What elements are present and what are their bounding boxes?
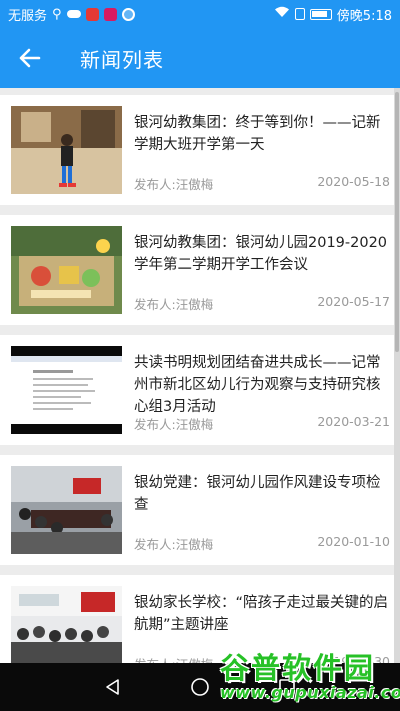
watermark: 谷普软件园 www.gupuxiazai.com: [220, 645, 400, 709]
cloud-icon: [66, 10, 81, 18]
news-list[interactable]: 银河幼教集团：终于等到你！——记新学期大班开学第一天 发布人:汪傲梅 2020-…: [0, 88, 400, 663]
nav-back-button[interactable]: [93, 667, 133, 707]
notification-app-icon: [85, 7, 99, 21]
notification-app-icon: [103, 7, 117, 21]
notification-app-icon: [121, 7, 135, 21]
news-item[interactable]: 银河幼教集团：终于等到你！——记新学期大班开学第一天 发布人:汪傲梅 2020-…: [0, 95, 394, 205]
watermark-brand: 谷普软件园: [220, 651, 376, 685]
page-title: 新闻列表: [80, 47, 164, 72]
sim-icon: [294, 8, 305, 20]
news-headline: 银河幼教集团：终于等到你！——记新学期大班开学第一天: [134, 115, 381, 153]
news-thumbnail: [11, 466, 122, 554]
news-publisher: 发布人:汪傲梅: [134, 177, 214, 192]
app-bar: 新闻列表: [0, 28, 400, 88]
news-date: 2020-01-10: [317, 534, 390, 549]
news-thumbnail: [11, 226, 122, 314]
news-date: 2020-03-21: [317, 414, 390, 429]
news-publisher: 发布人:汪傲梅: [134, 654, 213, 663]
news-thumbnail: [11, 346, 122, 434]
news-headline: 银幼党建：银河幼儿园作风建设专项检查: [134, 475, 381, 513]
news-item[interactable]: 银幼党建：银河幼儿园作风建设专项检查 发布人:汪傲梅 2020-01-10: [0, 455, 394, 565]
news-publisher: 发布人:汪傲梅: [134, 417, 214, 432]
news-headline: 银幼家长学校：“陪孩子走过最关键的启航期”主题讲座: [134, 595, 389, 633]
news-publisher: 发布人:汪傲梅: [134, 297, 214, 312]
wifi-icon: [274, 6, 290, 22]
news-item[interactable]: 共读书明规划团结奋进共成长——记常州市新北区幼儿行为观察与支持研究核心组3月活动…: [0, 335, 394, 445]
news-thumbnail: [11, 586, 122, 663]
clock: 傍晚5:18: [336, 8, 392, 24]
carrier-label: 无服务: [8, 8, 48, 24]
news-date: 2020-05-17: [317, 294, 390, 309]
news-publisher: 发布人:汪傲梅: [134, 537, 214, 552]
news-headline: 共读书明规划团结奋进共成长——记常州市新北区幼儿行为观察与支持研究核心组3月活动: [134, 355, 381, 415]
back-button[interactable]: [0, 28, 60, 88]
scrollbar-thumb[interactable]: [395, 92, 399, 352]
nav-home-button[interactable]: [180, 667, 220, 707]
news-headline: 银河幼教集团：银河幼儿园2019-2020学年第二学期开学工作会议: [134, 235, 388, 273]
news-item[interactable]: 银河幼教集团：银河幼儿园2019-2020学年第二学期开学工作会议 发布人:汪傲…: [0, 215, 394, 325]
triangle-back-icon: [106, 679, 120, 695]
news-thumbnail: [11, 106, 122, 194]
watermark-url: www.gupuxiazai.com: [220, 683, 400, 702]
battery-icon: [309, 8, 332, 20]
arrow-left-icon: [19, 48, 41, 68]
status-bar: 无服务 ⚲ 傍晚5:18: [0, 0, 400, 28]
usb-icon: ⚲: [52, 6, 62, 22]
news-date: 2020-05-18: [317, 174, 390, 189]
circle-home-icon: [191, 678, 209, 696]
